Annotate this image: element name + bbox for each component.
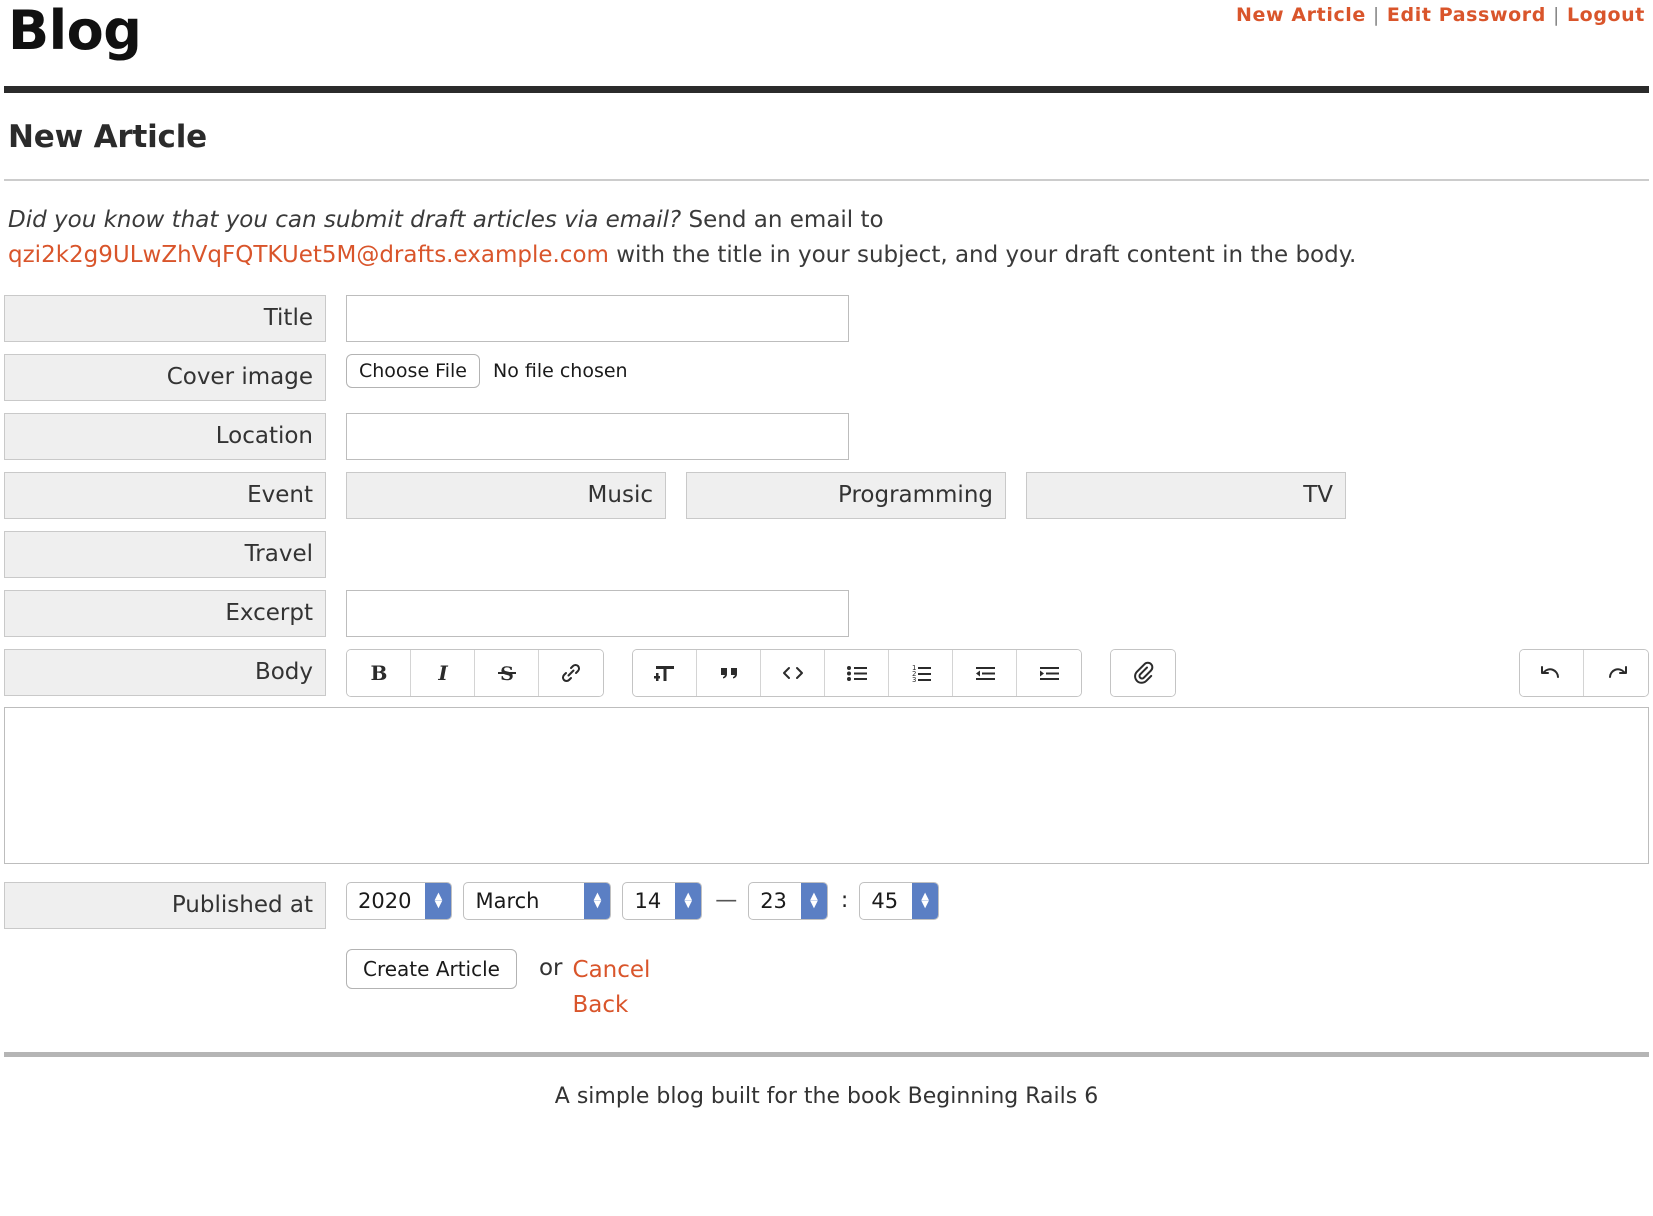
heading-divider	[4, 178, 1649, 181]
choose-file-button[interactable]: Choose File	[346, 353, 480, 388]
form-row-title: Title	[4, 294, 1649, 342]
location-input[interactable]	[346, 412, 849, 460]
day-value: 14	[634, 888, 662, 913]
decrease-indent-icon[interactable]	[953, 649, 1017, 696]
numbered-list-icon[interactable]: 123	[889, 649, 953, 696]
redo-icon[interactable]	[1584, 649, 1648, 696]
title-input[interactable]	[346, 294, 849, 342]
nav-edit-password[interactable]: Edit Password	[1387, 4, 1546, 26]
svg-text:3: 3	[912, 676, 916, 684]
top-navigation: New Article | Edit Password | Logout	[1236, 4, 1645, 26]
form-row-excerpt: Excerpt	[4, 589, 1649, 637]
new-article-form: Title Cover image Choose File No file ch…	[4, 294, 1649, 1024]
form-actions-inner: Create Article or Cancel Back	[346, 948, 651, 1024]
file-chosen-status: No file chosen	[492, 359, 628, 382]
time-separator: :	[840, 888, 849, 914]
bullet-list-icon[interactable]	[825, 649, 889, 696]
svg-text:I: I	[437, 661, 448, 685]
footer-text: A simple blog built for the book Beginni…	[554, 1083, 1099, 1109]
minute-value: 45	[871, 888, 899, 913]
draft-email-notice: Did you know that you can submit draft a…	[8, 203, 1608, 273]
category-music-label: Music	[587, 482, 653, 509]
published-at-controls: 2020 ▲ ▼ March ▲ ▼ 14 ▲ ▼ — 23 ▲ ▼ : 45 …	[346, 881, 950, 920]
draft-email-address[interactable]: qzi2k2g9ULwZhVqFQTKUet5M@drafts.example.…	[8, 242, 609, 268]
svg-text:B: B	[370, 661, 387, 685]
category-tv[interactable]: TV	[1026, 471, 1346, 519]
increase-indent-icon[interactable]	[1017, 649, 1081, 696]
label-cover-image: Cover image	[4, 353, 326, 401]
label-title: Title	[4, 294, 326, 342]
year-stepper-icon[interactable]: ▲ ▼	[425, 882, 452, 919]
day-stepper-icon[interactable]: ▲ ▼	[675, 882, 702, 919]
or-label: or	[538, 954, 563, 981]
back-link[interactable]: Back	[573, 988, 651, 1024]
hour-stepper-icon[interactable]: ▲ ▼	[800, 882, 827, 919]
month-stepper-icon[interactable]: ▲ ▼	[584, 882, 611, 919]
strikethrough-icon[interactable]: S	[475, 649, 539, 696]
quote-icon[interactable]	[697, 649, 761, 696]
category-programming-label: Programming	[837, 482, 993, 509]
header-divider	[4, 85, 1649, 93]
form-actions: Create Article or Cancel Back	[4, 948, 1649, 1024]
date-time-separator: —	[715, 888, 738, 914]
page-root: New Article | Edit Password | Logout Blog Ne…	[0, 0, 1653, 1109]
label-excerpt: Excerpt	[4, 589, 326, 637]
label-published-at: Published at	[4, 881, 326, 929]
category-programming[interactable]: Programming	[686, 471, 1006, 519]
create-article-button[interactable]: Create Article	[346, 948, 517, 989]
page-title: New Article	[8, 118, 207, 155]
toolbar-group-block-style: 123	[632, 648, 1082, 697]
link-icon[interactable]	[539, 649, 603, 696]
rich-text-toolbar: B I S	[346, 648, 1649, 697]
toolbar-group-attachment	[1110, 648, 1176, 697]
notice-tail: with the title in your subject, and your…	[608, 241, 1357, 268]
category-travel[interactable]: Travel	[4, 530, 326, 578]
minute-stepper-icon[interactable]: ▲ ▼	[912, 882, 939, 919]
form-row-body: Body B I S	[4, 648, 1649, 697]
form-row-published-at: Published at 2020 ▲ ▼ March ▲ ▼ 14 ▲ ▼ — 23…	[4, 881, 1649, 929]
nav-separator-2: |	[1552, 4, 1560, 26]
month-value: March	[475, 888, 540, 913]
field-cover-image: Choose File No file chosen	[346, 353, 628, 388]
hour-value: 23	[760, 888, 787, 913]
category-music[interactable]: Music	[346, 471, 666, 519]
day-select[interactable]: 14 ▲ ▼	[622, 881, 703, 920]
toolbar-group-text-style: B I S	[346, 648, 604, 697]
field-excerpt	[346, 589, 849, 637]
cancel-link[interactable]: Cancel	[573, 953, 651, 989]
code-icon[interactable]	[761, 649, 825, 696]
cancel-back-links: Cancel Back	[573, 953, 651, 1024]
year-value: 2020	[358, 888, 412, 913]
toolbar-group-history	[1519, 648, 1649, 697]
italic-icon[interactable]: I	[411, 649, 475, 696]
bold-icon[interactable]: B	[347, 649, 411, 696]
attachment-icon[interactable]	[1111, 649, 1175, 696]
nav-separator-1: |	[1372, 4, 1380, 26]
notice-after-lead: Send an email to	[681, 206, 884, 233]
category-tv-label: TV	[1303, 482, 1333, 509]
form-row-cover-image: Cover image Choose File No file chosen	[4, 353, 1649, 401]
hour-select[interactable]: 23 ▲ ▼	[748, 881, 828, 920]
category-row-2: Travel	[4, 530, 1649, 578]
category-event-label: Event	[247, 482, 313, 509]
label-location: Location	[4, 412, 326, 460]
undo-icon[interactable]	[1520, 649, 1584, 696]
category-row-1: Event Music Programming TV	[4, 471, 1649, 519]
minute-select[interactable]: 45 ▲ ▼	[859, 881, 940, 920]
field-location	[346, 412, 849, 460]
nav-logout[interactable]: Logout	[1567, 4, 1645, 26]
label-body: Body	[4, 648, 326, 696]
category-event[interactable]: Event	[4, 471, 326, 519]
heading-icon[interactable]	[633, 649, 697, 696]
nav-new-article[interactable]: New Article	[1236, 4, 1366, 26]
form-row-location: Location	[4, 412, 1649, 460]
month-select[interactable]: March ▲ ▼	[463, 881, 612, 920]
rich-text-editor[interactable]	[4, 706, 1649, 864]
category-travel-label: Travel	[244, 541, 313, 568]
notice-lead: Did you know that you can submit draft a…	[8, 206, 682, 233]
footer-divider	[4, 1051, 1649, 1057]
field-title	[346, 294, 849, 342]
excerpt-input[interactable]	[346, 589, 849, 637]
year-select[interactable]: 2020 ▲ ▼	[346, 881, 453, 920]
